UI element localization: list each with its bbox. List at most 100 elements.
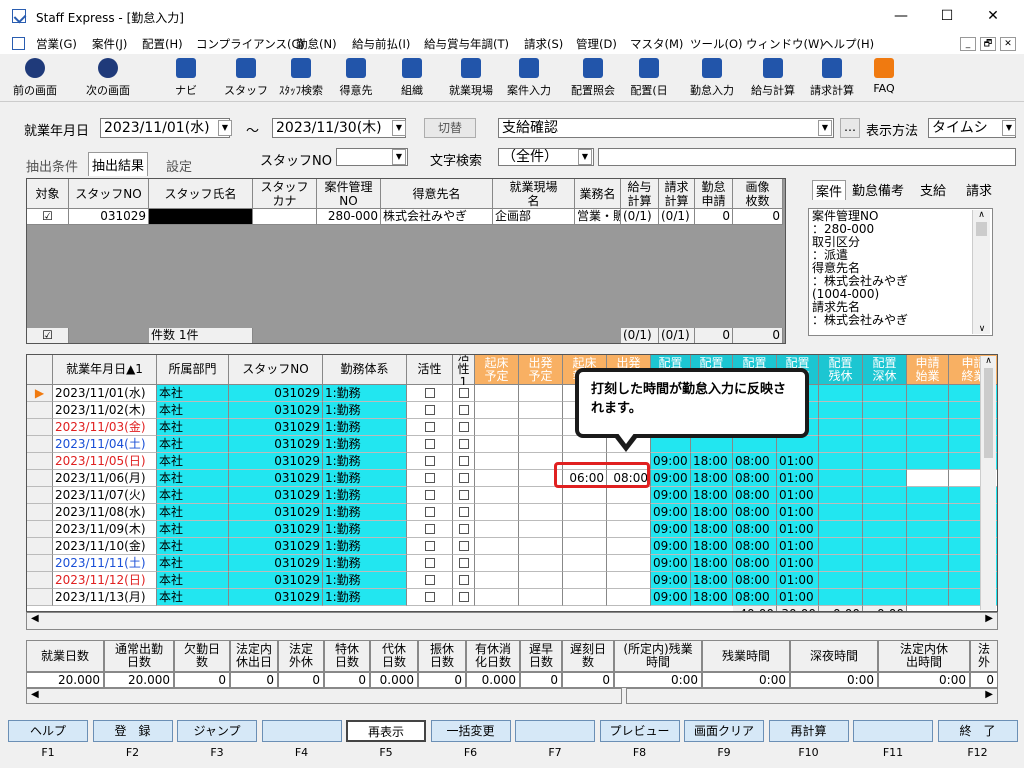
- grid2-place-break-4[interactable]: 01:00: [777, 453, 819, 470]
- grid2-place-start-9[interactable]: 09:00: [651, 538, 691, 555]
- grid1-header-3[interactable]: スタッフ カナ: [253, 179, 317, 209]
- grid2-active-1[interactable]: [407, 402, 453, 419]
- checkbox-icon[interactable]: [424, 439, 435, 449]
- checkbox-icon[interactable]: [424, 524, 435, 534]
- grid2-row-marker-11[interactable]: [27, 572, 53, 589]
- grid2-dept-2[interactable]: 本社: [157, 419, 229, 436]
- grid2-active-8[interactable]: [407, 521, 453, 538]
- grid2-place-start-5[interactable]: 09:00: [651, 470, 691, 487]
- more-button[interactable]: …: [840, 118, 860, 138]
- checkbox-icon[interactable]: [458, 405, 469, 415]
- grid1-cell-check[interactable]: ☑: [27, 209, 69, 225]
- grid2-place-ot-9[interactable]: 08:00: [733, 538, 777, 555]
- checkbox-icon[interactable]: [424, 473, 435, 483]
- grid2-active1-9[interactable]: [453, 538, 475, 555]
- grid2-active-4[interactable]: [407, 453, 453, 470]
- grid2-row-marker-5[interactable]: [27, 470, 53, 487]
- grid2-staffno-12[interactable]: 031029: [229, 589, 323, 606]
- grid2-active-10[interactable]: [407, 555, 453, 572]
- grid2-row-marker-12[interactable]: [27, 589, 53, 606]
- grid2-leave-plan-12[interactable]: [519, 589, 563, 606]
- grid2-place-rest-4[interactable]: [819, 453, 863, 470]
- grid2-staffno-1[interactable]: 031029: [229, 402, 323, 419]
- grid2-place-end-8[interactable]: 18:00: [691, 521, 733, 538]
- mdi-close-button[interactable]: ✕: [1000, 37, 1016, 51]
- checkbox-icon[interactable]: [458, 541, 469, 551]
- grid2-leave-report-12[interactable]: [607, 589, 651, 606]
- grid2-place-start-12[interactable]: 09:00: [651, 589, 691, 606]
- grid2-date-1[interactable]: 2023/11/02(木): [53, 402, 157, 419]
- grid2-header-7[interactable]: 起床 予定: [475, 355, 519, 385]
- grid2-apply-start-10[interactable]: [907, 555, 949, 572]
- grid2-wake-plan-6[interactable]: [475, 487, 519, 504]
- grid2-system-4[interactable]: 1:勤務: [323, 453, 407, 470]
- grid2-header-16[interactable]: 配置 深休: [863, 355, 907, 385]
- grid2-place-night-7[interactable]: [863, 504, 907, 521]
- menu-item-10[interactable]: ツール(O): [690, 36, 743, 52]
- summary-hscrollbar-left[interactable]: ◀: [26, 688, 622, 704]
- toolbar-button-1[interactable]: 次の画面: [80, 56, 136, 100]
- grid2-active1-10[interactable]: [453, 555, 475, 572]
- grid2-active-6[interactable]: [407, 487, 453, 504]
- menu-item-12[interactable]: ヘルプ(H): [822, 36, 874, 52]
- menu-item-7[interactable]: 請求(S): [524, 36, 563, 52]
- grid2-place-rest-7[interactable]: [819, 504, 863, 521]
- grid2-wake-report-3[interactable]: [563, 436, 607, 453]
- grid2-system-8[interactable]: 1:勤務: [323, 521, 407, 538]
- summary-scroll-left-icon[interactable]: ◀: [31, 689, 39, 700]
- grid1-header-11[interactable]: 画像 枚数: [733, 179, 783, 209]
- fkey-button-f12[interactable]: 終 了: [937, 720, 1018, 742]
- grid2-place-ot-5[interactable]: 08:00: [733, 470, 777, 487]
- grid2-place-ot-3[interactable]: [733, 436, 777, 453]
- grid1-cell-site[interactable]: 企画部: [493, 209, 575, 225]
- grid2-active-9[interactable]: [407, 538, 453, 555]
- grid2-place-break-12[interactable]: 01:00: [777, 589, 819, 606]
- checkbox-icon[interactable]: [458, 456, 469, 466]
- grid2-system-7[interactable]: 1:勤務: [323, 504, 407, 521]
- grid2-wake-plan-12[interactable]: [475, 589, 519, 606]
- grid2-place-rest-1[interactable]: [819, 402, 863, 419]
- checkbox-icon[interactable]: [458, 473, 469, 483]
- grid2-place-break-7[interactable]: 01:00: [777, 504, 819, 521]
- grid2-place-night-1[interactable]: [863, 402, 907, 419]
- grid2-row-marker-1[interactable]: [27, 402, 53, 419]
- grid2-staffno-2[interactable]: 031029: [229, 419, 323, 436]
- toolbar-button-13[interactable]: 請求計算: [806, 56, 858, 100]
- grid2-leave-plan-0[interactable]: [519, 385, 563, 402]
- grid2-place-start-8[interactable]: 09:00: [651, 521, 691, 538]
- grid2-staffno-5[interactable]: 031029: [229, 470, 323, 487]
- grid2-leave-plan-6[interactable]: [519, 487, 563, 504]
- grid2-leave-plan-11[interactable]: [519, 572, 563, 589]
- grid2-row-marker-10[interactable]: [27, 555, 53, 572]
- toolbar-button-8[interactable]: 案件入力: [504, 56, 554, 100]
- grid2-system-12[interactable]: 1:勤務: [323, 589, 407, 606]
- grid2-date-11[interactable]: 2023/11/12(日): [53, 572, 157, 589]
- grid2-system-6[interactable]: 1:勤務: [323, 487, 407, 504]
- grid2-apply-start-4[interactable]: [907, 453, 949, 470]
- toolbar-button-5[interactable]: 得意先: [334, 56, 378, 100]
- grid2-place-break-5[interactable]: 01:00: [777, 470, 819, 487]
- grid2-wake-plan-8[interactable]: [475, 521, 519, 538]
- grid2-active1-7[interactable]: [453, 504, 475, 521]
- grid2-row-marker-8[interactable]: [27, 521, 53, 538]
- grid2-apply-start-9[interactable]: [907, 538, 949, 555]
- grid2-leave-plan-2[interactable]: [519, 419, 563, 436]
- grid1-header-9[interactable]: 請求 計算: [659, 179, 695, 209]
- fkey-button-f9[interactable]: 画面クリア: [684, 720, 764, 742]
- grid2-wake-report-8[interactable]: [563, 521, 607, 538]
- menu-item-11[interactable]: ウィンドウ(W): [746, 36, 824, 52]
- grid2-wake-plan-1[interactable]: [475, 402, 519, 419]
- checkbox-icon[interactable]: [458, 388, 469, 398]
- menu-item-1[interactable]: 案件(J): [92, 36, 127, 52]
- grid2-dept-7[interactable]: 本社: [157, 504, 229, 521]
- checkbox-icon[interactable]: [424, 558, 435, 568]
- grid2-dept-9[interactable]: 本社: [157, 538, 229, 555]
- grid2-header-3[interactable]: スタッフNO: [229, 355, 323, 385]
- toolbar-button-9[interactable]: 配置照会: [566, 56, 620, 100]
- toolbar-button-10[interactable]: 配置(日: [624, 56, 674, 100]
- grid2-place-night-8[interactable]: [863, 521, 907, 538]
- grid2-date-4[interactable]: 2023/11/05(日): [53, 453, 157, 470]
- grid2-leave-report-7[interactable]: [607, 504, 651, 521]
- grid2-row-marker-9[interactable]: [27, 538, 53, 555]
- grid2-active-11[interactable]: [407, 572, 453, 589]
